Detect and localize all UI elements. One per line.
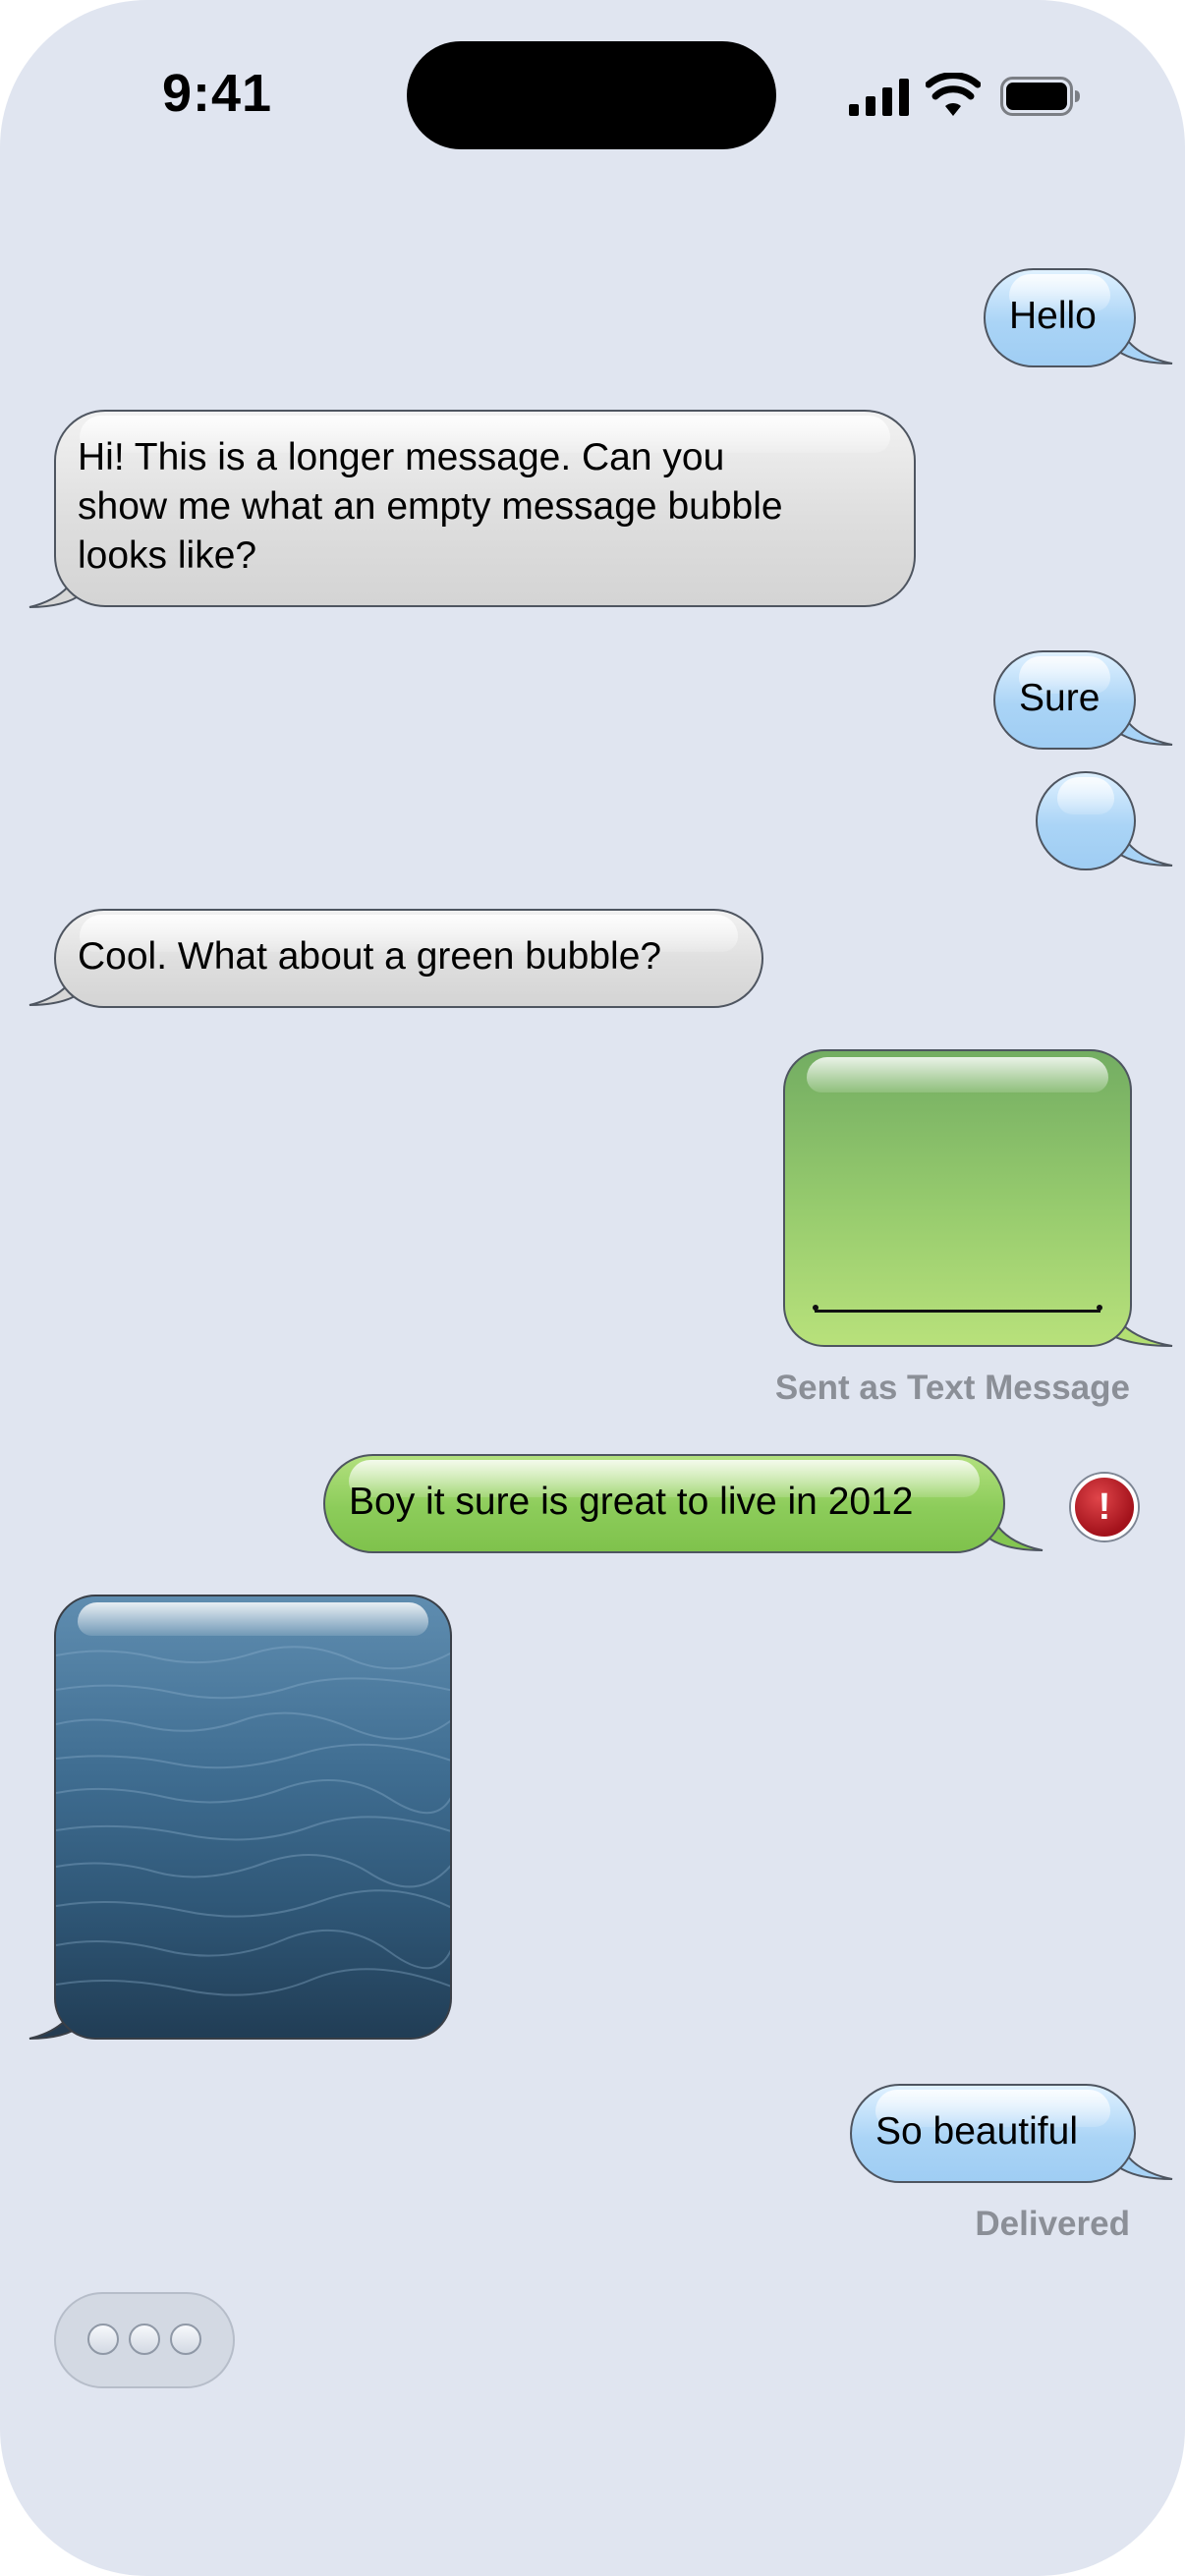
empty-line-dot <box>813 1305 818 1311</box>
message-bubble-sent[interactable]: Sure <box>993 650 1136 750</box>
empty-line-dot <box>1097 1305 1102 1311</box>
message-bubble-image[interactable] <box>54 1595 452 2040</box>
messages-screen: 9:41 Hello Hi! This is a longer message.… <box>0 0 1185 2576</box>
cellular-signal-icon <box>849 79 909 116</box>
error-alert-icon[interactable]: ! <box>1071 1474 1138 1540</box>
typing-indicator <box>54 2292 235 2388</box>
delivered-label: Delivered <box>975 2205 1130 2243</box>
message-bubble-received[interactable]: Hi! This is a longer message. Can you sh… <box>54 410 916 607</box>
message-bubble-empty[interactable] <box>1036 771 1136 870</box>
message-line-1: Hi! This is a longer message. Can you <box>78 436 725 478</box>
typing-dot <box>87 2324 119 2355</box>
sent-as-text-label: Sent as Text Message <box>774 1369 1130 1407</box>
wifi-icon <box>926 73 981 116</box>
empty-line <box>815 1310 1100 1313</box>
message-line-2: show me what an empty message bubble <box>78 485 783 528</box>
message-bubble-sent[interactable]: So beautiful <box>850 2084 1136 2183</box>
message-bubble-sent[interactable]: Hello <box>984 268 1136 367</box>
message-line-3: looks like? <box>78 534 257 577</box>
typing-dot <box>170 2324 201 2355</box>
dynamic-island <box>407 41 776 149</box>
message-bubble-green-empty[interactable] <box>783 1049 1132 1347</box>
message-bubble-received[interactable]: Cool. What about a green bubble? <box>54 909 763 1008</box>
battery-icon <box>1000 77 1080 116</box>
message-text: Hello <box>1009 295 1097 337</box>
message-bubble-sent-green[interactable]: Boy it sure is great to live in 2012 <box>323 1454 1005 1553</box>
status-time: 9:41 <box>162 64 273 123</box>
message-text: Boy it sure is great to live in 2012 <box>349 1481 914 1523</box>
bubble-gloss <box>78 1602 428 1636</box>
message-text: Cool. What about a green bubble? <box>78 935 662 978</box>
bubble-gloss <box>1057 777 1114 814</box>
message-text: So beautiful <box>875 2110 1078 2153</box>
typing-dot <box>129 2324 160 2355</box>
bubble-gloss <box>807 1057 1108 1092</box>
water-ripples-image <box>56 1646 450 1996</box>
message-text: Sure <box>1019 677 1100 719</box>
